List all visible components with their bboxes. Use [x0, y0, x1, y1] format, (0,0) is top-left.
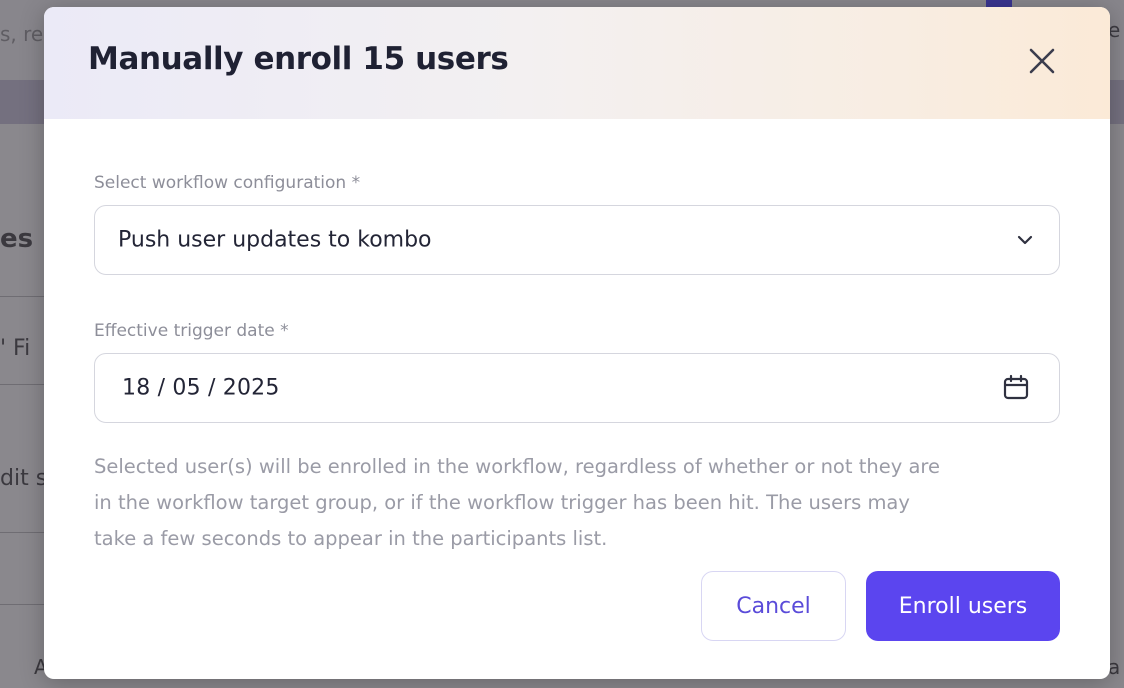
- close-icon: [1029, 48, 1055, 74]
- workflow-field-label: Select workflow configuration *: [94, 173, 361, 193]
- date-input[interactable]: 18 / 05 / 2025: [94, 353, 1060, 423]
- background-divider: [0, 296, 44, 297]
- background-search-text: s, re: [0, 22, 44, 46]
- background-divider: [0, 532, 44, 533]
- enroll-description: Selected user(s) will be enrolled in the…: [94, 449, 1084, 557]
- date-input-value: 18 / 05 / 2025: [122, 375, 280, 401]
- description-line: Selected user(s) will be enrolled in the…: [94, 455, 940, 478]
- modal-header: Manually enroll 15 users: [44, 7, 1110, 119]
- enroll-users-button[interactable]: Enroll users: [866, 571, 1060, 641]
- close-button[interactable]: [1024, 43, 1060, 79]
- date-field-label: Effective trigger date *: [94, 321, 289, 341]
- background-heading: es: [0, 224, 34, 254]
- description-line: take a few seconds to appear in the part…: [94, 527, 608, 550]
- enroll-users-modal: Manually enroll 15 users Select workflow…: [44, 7, 1110, 679]
- workflow-select[interactable]: Push user updates to kombo: [94, 205, 1060, 275]
- calendar-icon[interactable]: [1002, 374, 1030, 402]
- background-divider: [0, 604, 44, 605]
- workflow-select-value: Push user updates to kombo: [118, 227, 432, 253]
- description-line: in the workflow target group, or if the …: [94, 491, 910, 514]
- modal-title: Manually enroll 15 users: [88, 41, 509, 77]
- background-filter-text: ' Fi: [0, 336, 31, 361]
- chevron-down-icon: [1017, 235, 1033, 245]
- background-edit-text: dit s: [0, 466, 48, 491]
- background-divider: [0, 384, 44, 385]
- cancel-button[interactable]: Cancel: [701, 571, 846, 641]
